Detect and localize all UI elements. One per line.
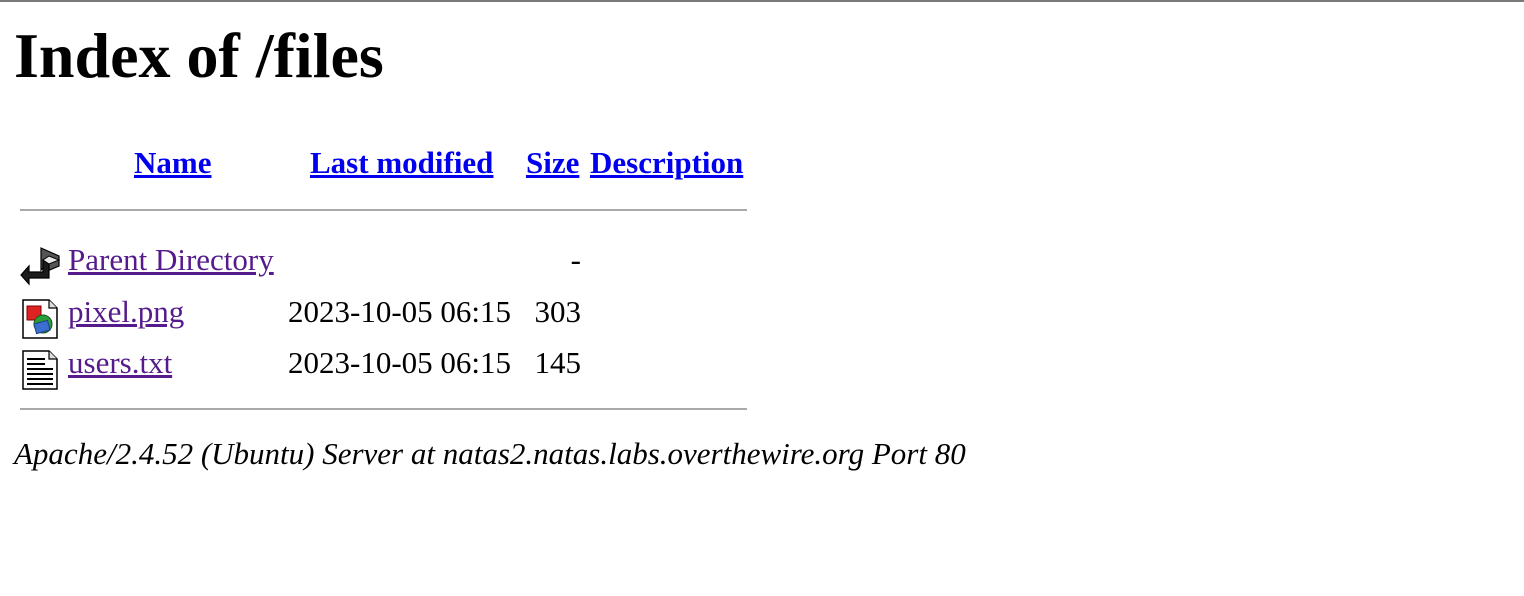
column-header-description[interactable]: Description xyxy=(590,146,743,180)
entry-last-modified: 2023-10-05 06:15 xyxy=(288,345,512,380)
top-border xyxy=(0,0,1524,2)
entry-size: 145 xyxy=(534,345,582,380)
entry-size: - xyxy=(570,242,581,277)
column-header-size[interactable]: Size xyxy=(526,146,579,180)
table-row: Parent Directory - xyxy=(0,242,760,286)
table-row: pixel.png 2023-10-05 06:15 303 xyxy=(0,294,760,339)
table-top-divider xyxy=(20,209,747,211)
column-header-name[interactable]: Name xyxy=(134,146,211,180)
image-file-icon xyxy=(22,299,58,339)
entry-size: 303 xyxy=(534,294,582,329)
table-bottom-divider xyxy=(20,408,747,410)
entry-last-modified: 2023-10-05 06:15 xyxy=(288,294,512,329)
text-file-icon xyxy=(22,350,58,390)
page-title: Index of /files xyxy=(14,20,384,91)
server-signature: Apache/2.4.52 (Ubuntu) Server at natas2.… xyxy=(14,436,966,471)
entry-link-pixel-png[interactable]: pixel.png xyxy=(68,294,184,330)
back-icon xyxy=(20,247,61,286)
table-row: users.txt 2023-10-05 06:15 145 xyxy=(0,345,760,390)
column-header-last-modified[interactable]: Last modified xyxy=(310,146,493,180)
entry-link-users-txt[interactable]: users.txt xyxy=(68,345,172,381)
entry-link-parent-directory[interactable]: Parent Directory xyxy=(68,242,274,278)
